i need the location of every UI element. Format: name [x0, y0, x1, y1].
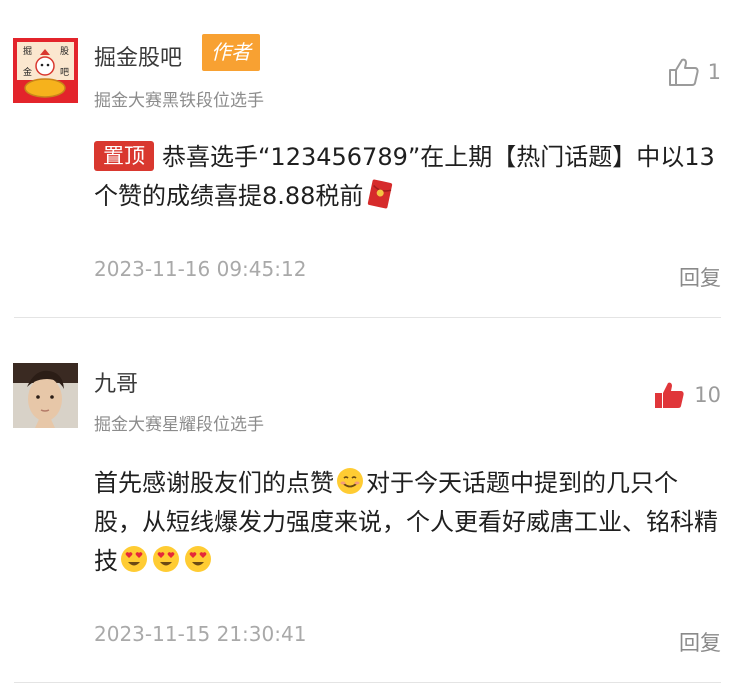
comment-text: 首先感谢股友们的点赞: [94, 469, 334, 497]
mascot-logo-icon: 掘 股 金 吧: [13, 38, 78, 103]
red-envelope-icon: [368, 179, 393, 209]
reply-button[interactable]: 回复: [679, 627, 721, 657]
user-title: 掘金大赛星耀段位选手: [94, 415, 264, 435]
timestamp: 2023-11-16 09:45:12: [94, 257, 307, 281]
author-badge: 作者: [202, 34, 260, 71]
comment-item: 掘 股 金 吧 掘金股吧 作者 掘金大赛黑铁段位选手 1 置顶 恭喜选手“1234…: [0, 0, 749, 318]
username[interactable]: 九哥: [94, 366, 138, 398]
svg-text:吧: 吧: [60, 67, 69, 78]
user-title: 掘金大赛黑铁段位选手: [94, 91, 264, 111]
like-count: 1: [707, 60, 721, 84]
timestamp: 2023-11-15 21:30:41: [94, 622, 307, 646]
comment-content: 首先感谢股友们的点赞 对于今天话题中提到的几只个股，从短线爆发力强度来说，个人更…: [94, 464, 719, 581]
svg-text:金: 金: [23, 66, 32, 78]
comment-content: 置顶 恭喜选手“123456789”在上期【热门话题】中以13个赞的成绩喜提8.8…: [94, 138, 719, 216]
like-button[interactable]: 10: [654, 380, 721, 410]
like-count: 10: [694, 383, 721, 407]
svg-text:掘: 掘: [23, 45, 32, 57]
heart-eyes-icon: [153, 546, 179, 572]
user-photo-avatar: [13, 363, 78, 428]
pinned-badge: 置顶: [94, 141, 154, 171]
comment-item: 九哥 掘金大赛星耀段位选手 10 首先感谢股友们的点赞 对于今天话题中提到的几只…: [0, 318, 749, 685]
reply-button[interactable]: 回复: [679, 262, 721, 292]
thumbs-up-filled-icon: [655, 382, 684, 408]
heart-eyes-icon: [121, 546, 147, 572]
avatar[interactable]: [13, 363, 78, 428]
heart-eyes-icon: [185, 546, 211, 572]
avatar[interactable]: 掘 股 金 吧: [13, 38, 78, 103]
comment-text: 恭喜选手“123456789”在上期【热门话题】中以13个赞的成绩喜提8.88税…: [94, 143, 715, 210]
smiling-face-icon: [337, 468, 363, 494]
divider: [14, 682, 721, 683]
like-button[interactable]: 1: [668, 57, 721, 87]
svg-text:股: 股: [60, 46, 69, 57]
thumbs-up-outline-icon: [668, 58, 699, 86]
username[interactable]: 掘金股吧: [94, 40, 182, 72]
